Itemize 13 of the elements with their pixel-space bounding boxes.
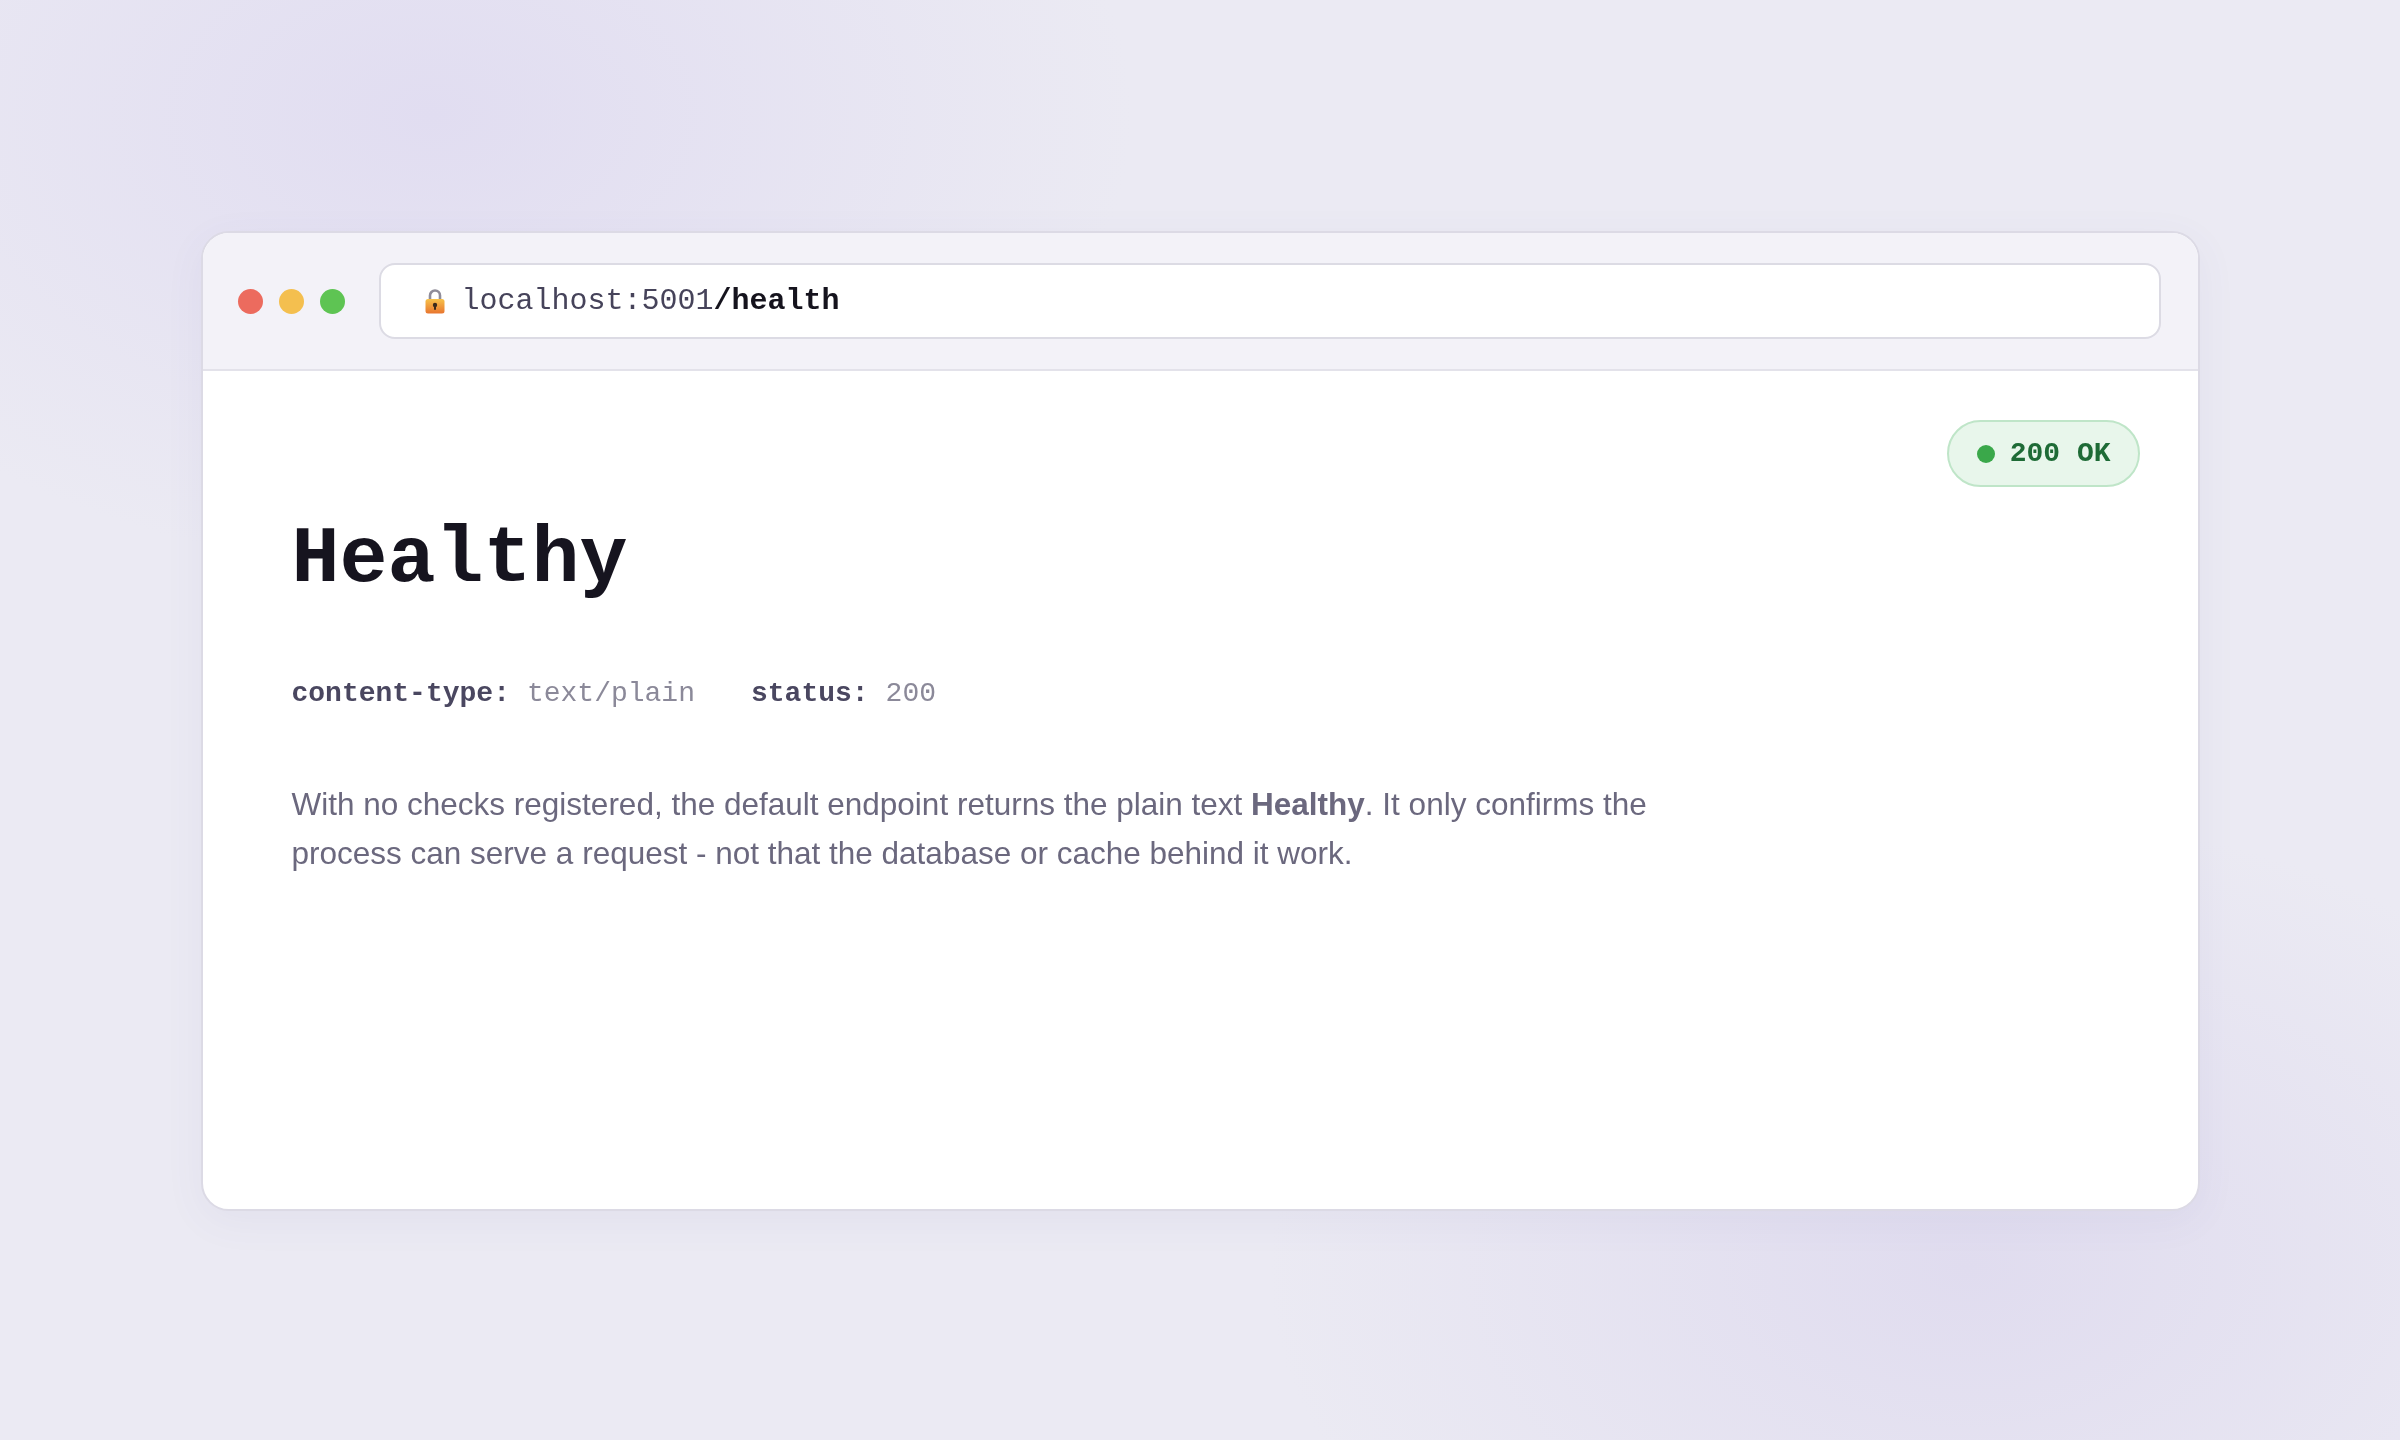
page-heading: Healthy: [291, 513, 628, 607]
lock-icon: [424, 288, 445, 314]
status-text: 200 OK: [2009, 436, 2111, 471]
header-value: text/plain: [526, 677, 695, 711]
close-button[interactable]: [237, 288, 263, 314]
minimize-button[interactable]: [278, 288, 304, 314]
header-name: content-type:: [291, 677, 510, 711]
maximize-button[interactable]: [319, 288, 345, 314]
header-value: 200: [885, 677, 936, 711]
address-bar[interactable]: localhost:5001/health: [378, 263, 2161, 339]
header-name: status:: [750, 677, 869, 711]
description-text: With no checks registered, the default endpoint returns the plain text Healthy. It only confirms the process can serve a request - not that the database or cache behind it work.: [291, 785, 1648, 874]
status-dot-icon: [1976, 444, 1995, 463]
